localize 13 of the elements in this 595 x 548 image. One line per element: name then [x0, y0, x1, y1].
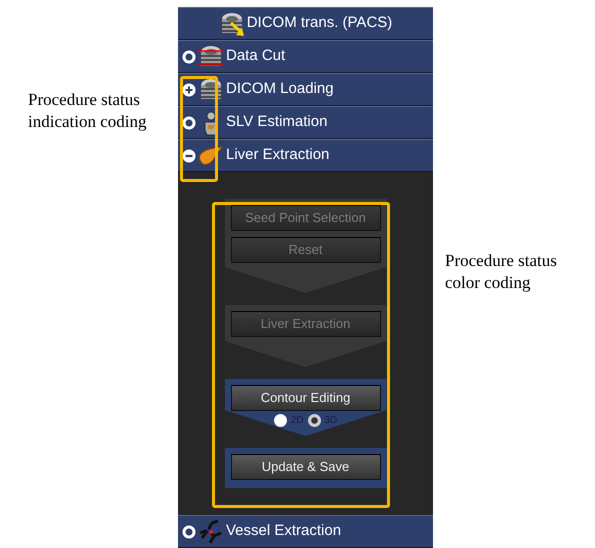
section-header[interactable]: DICOM trans. (PACS) — [178, 7, 433, 40]
radio-button[interactable] — [308, 414, 320, 427]
radio-button[interactable] — [274, 414, 287, 427]
section-header[interactable]: Liver Extraction — [178, 139, 433, 172]
section-header[interactable]: Vessel Extraction — [178, 515, 433, 548]
section-header[interactable]: DICOM Loading — [178, 73, 433, 106]
section-header[interactable]: Data Cut — [178, 40, 433, 73]
vessel-tree-icon — [198, 518, 224, 544]
annotation-label: Procedure status color coding — [445, 250, 558, 294]
section-header[interactable]: SLV Estimation — [178, 106, 433, 139]
annotation-label: Procedure status indication coding — [28, 89, 148, 133]
step-button[interactable]: Contour Editing — [230, 385, 380, 411]
step-button[interactable]: Update & Save — [230, 454, 380, 480]
